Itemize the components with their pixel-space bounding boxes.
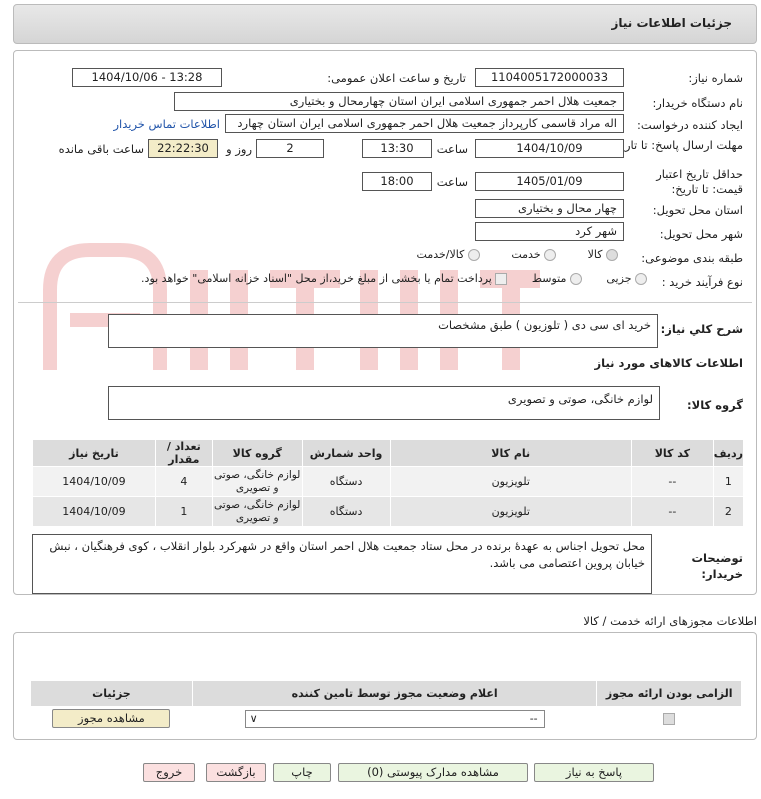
cell-row: 1: [712, 466, 745, 497]
city-field: شهر کرد: [475, 222, 624, 241]
permit-status-cell: -- ∨: [191, 706, 598, 731]
table-row: 2 -- تلویزیون دستگاه لوازم خانگی، صوتی و…: [32, 496, 745, 527]
col-code: کد کالا: [630, 439, 714, 467]
permits-table: الزامی بودن ارائه مجوز اعلام وضعیت مجوز …: [30, 680, 742, 731]
goods-section-title: اطلاعات کالاهای مورد نیاز: [594, 356, 743, 370]
permits-title: اطلاعات مجوزهای ارائه خدمت / کالا: [583, 614, 757, 628]
city-label: شهر محل تحویل:: [659, 227, 743, 241]
permit-required-cell: [596, 706, 742, 731]
summary-label: شرح کلي نياز:: [660, 322, 743, 336]
cell-date: 1404/10/09: [32, 496, 156, 527]
process-option-partial[interactable]: جزیی: [606, 272, 647, 285]
goods-group-label: گروه کالا:: [687, 398, 743, 412]
cell-group: لوازم خانگی، صوتی و تصویری: [211, 496, 303, 527]
permits-row: -- ∨ مشاهده مجوز: [30, 706, 742, 731]
view-permit-button[interactable]: مشاهده مجوز: [52, 709, 171, 728]
treasury-checkbox[interactable]: [495, 273, 508, 285]
cell-unit: دستگاه: [301, 496, 391, 527]
col-row: ردیف: [712, 439, 745, 467]
process-option-medium[interactable]: متوسط: [532, 272, 582, 285]
radio-partial[interactable]: [635, 273, 647, 285]
category-radio-group: کالا خدمت کالا/خدمت: [278, 248, 618, 261]
buyer-org-field: جمعیت هلال احمر جمهوری اسلامی ایران استا…: [174, 92, 624, 111]
print-button[interactable]: چاپ: [273, 763, 331, 782]
process-radio-group: جزیی متوسط پرداخت تمام یا بخشی از مبلغ خ…: [87, 272, 647, 285]
reply-button[interactable]: پاسخ به نیاز: [534, 763, 654, 782]
view-attachments-button[interactable]: مشاهده مدارک پیوستی (0): [338, 763, 528, 782]
page-title: جزئیات اطلاعات نیاز: [611, 16, 732, 30]
cell-unit: دستگاه: [301, 466, 391, 497]
chevron-down-icon: ∨: [249, 711, 258, 725]
validity-time-field: 18:00: [362, 172, 432, 191]
days-field: 2: [256, 139, 324, 158]
table-row: 1 -- تلویزیون دستگاه لوازم خانگی، صوتی و…: [32, 466, 745, 497]
divider: [18, 302, 752, 303]
exit-button[interactable]: خروج: [143, 763, 195, 782]
creator-label: ایجاد کننده درخواست:: [637, 118, 743, 132]
category-option-service[interactable]: خدمت: [511, 248, 557, 261]
radio-service[interactable]: [544, 249, 557, 261]
need-number-label: شماره نیاز:: [688, 71, 743, 85]
cell-row: 2: [712, 496, 745, 527]
col-permit-status: اعلام وضعیت مجوز توسط تامین کننده: [191, 680, 598, 707]
cell-code: --: [630, 466, 714, 497]
cell-group: لوازم خانگی، صوتی و تصویری: [211, 466, 303, 497]
cell-qty: 1: [154, 496, 213, 527]
summary-textarea: خرید ای سی دی ( تلوزیون ) طبق مشخصات: [108, 314, 658, 348]
days-label: روز و: [226, 142, 252, 156]
permit-status-select[interactable]: -- ∨: [244, 709, 545, 728]
creator-field: اله مراد قاسمی کارپرداز جمعیت هلال احمر …: [225, 114, 624, 133]
deadline-label: مهلت ارسال پاسخ: تا تاریخ:: [610, 138, 743, 152]
contact-buyer-link[interactable]: اطلاعات تماس خریدار: [112, 117, 220, 131]
treasury-payment-option[interactable]: پرداخت تمام یا بخشی از مبلغ خرید،از محل …: [141, 272, 508, 285]
category-label: طبقه بندی موضوعی:: [641, 251, 743, 265]
cell-code: --: [630, 496, 714, 527]
col-date: تاریخ نیاز: [32, 439, 156, 467]
col-group: گروه کالا: [211, 439, 303, 467]
cell-date: 1404/10/09: [32, 466, 156, 497]
category-option-goods-service[interactable]: کالا/خدمت: [417, 248, 480, 261]
process-label: نوع فرآیند خرید :: [661, 275, 743, 289]
deadline-time-label: ساعت: [436, 142, 468, 156]
deadline-time-field: 13:30: [362, 139, 432, 158]
radio-medium[interactable]: [569, 273, 582, 285]
province-field: چهار محال و بختیاری: [475, 199, 624, 218]
buyer-notes-label: توضیحات خریدار:: [691, 551, 744, 581]
radio-goods-service[interactable]: [467, 249, 480, 261]
cell-name: تلویزیون: [389, 496, 632, 527]
col-qty: تعداد / مقدار: [154, 439, 213, 467]
announce-label: تاریخ و ساعت اعلان عمومی:: [327, 71, 466, 85]
permits-header-row: الزامی بودن ارائه مجوز اعلام وضعیت مجوز …: [30, 680, 742, 707]
buyer-notes-textarea: محل تحویل اجناس به عهدهٔ برنده در محل ست…: [32, 534, 652, 594]
validity-label: حداقل تاریخ اعتبار قیمت: تا تاریخ:: [656, 167, 743, 196]
permit-details-cell: مشاهده مجوز: [30, 706, 193, 731]
remaining-label: ساعت باقی مانده: [58, 142, 144, 156]
goods-group-textarea: لوازم خانگی، صوتی و تصویری: [108, 386, 660, 420]
buyer-org-label: نام دستگاه خریدار:: [652, 96, 743, 110]
col-name: نام کالا: [389, 439, 632, 467]
goods-table: ردیف کد کالا نام کالا واحد شمارش گروه کا…: [32, 439, 745, 527]
need-number-field: 1104005172000033: [475, 68, 624, 87]
province-label: استان محل تحویل:: [652, 203, 743, 217]
col-permit-details: جزئیات: [30, 680, 193, 707]
announce-field: 1404/10/06 - 13:28: [72, 68, 222, 87]
deadline-date-field: 1404/10/09: [475, 139, 624, 158]
col-permit-required: الزامی بودن ارائه مجوز: [596, 680, 742, 707]
cell-qty: 4: [154, 466, 213, 497]
permit-required-checkbox: [663, 713, 676, 725]
remaining-time-field: 22:22:30: [148, 139, 218, 158]
validity-time-label: ساعت: [436, 175, 468, 189]
table-header-row: ردیف کد کالا نام کالا واحد شمارش گروه کا…: [32, 439, 745, 467]
back-button[interactable]: بازگشت: [206, 763, 266, 782]
validity-date-field: 1405/01/09: [475, 172, 624, 191]
category-option-goods[interactable]: کالا: [588, 248, 618, 261]
cell-name: تلویزیون: [389, 466, 632, 497]
col-unit: واحد شمارش: [301, 439, 391, 467]
page-header: جزئیات اطلاعات نیاز: [13, 4, 757, 44]
radio-goods[interactable]: [606, 249, 618, 261]
